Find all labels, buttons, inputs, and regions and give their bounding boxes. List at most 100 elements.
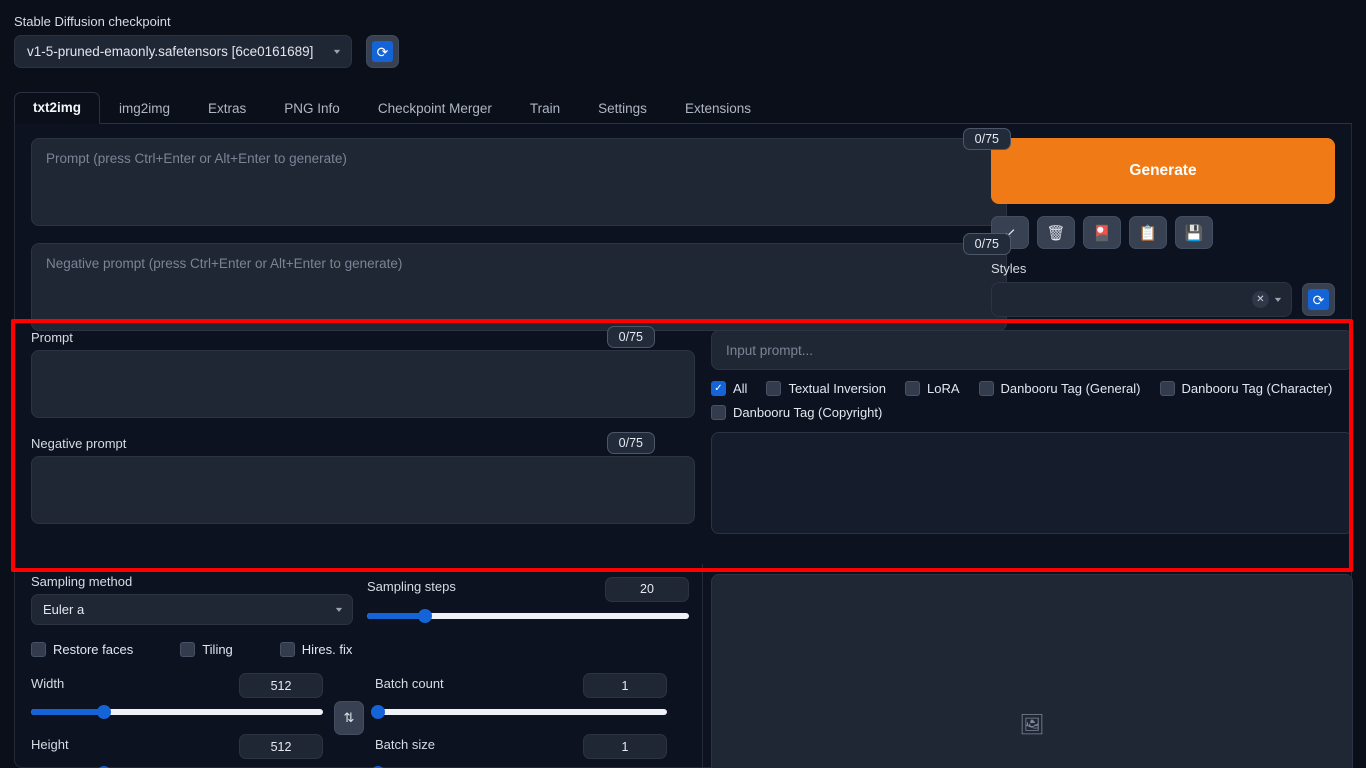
sampling-method-group: Sampling method Euler a ▾	[31, 574, 353, 625]
checkbox-danbooru-general[interactable]: ✓ Danbooru Tag (General)	[978, 381, 1141, 396]
refresh-icon: ⟳	[1308, 289, 1329, 310]
slider-track	[375, 709, 667, 715]
checkpoint-label: Stable Diffusion checkpoint	[14, 14, 171, 29]
tab-train[interactable]: Train	[511, 93, 579, 124]
checkbox-box[interactable]: ✓	[905, 381, 921, 396]
checkbox-box[interactable]: ✓	[279, 642, 295, 657]
width-value[interactable]: 512	[239, 673, 323, 698]
tab-extensions[interactable]: Extensions	[666, 93, 770, 124]
sampling-steps-value[interactable]: 20	[605, 576, 689, 602]
close-icon[interactable]: ✕	[1251, 291, 1269, 308]
checkbox-label: Textual Inversion	[788, 381, 887, 396]
checkbox-box[interactable]: ✓	[711, 405, 726, 420]
tag-filter-row-1: ✓ All ✓ Textual Inversion ✓ LoRA ✓ Danbo…	[711, 381, 1353, 396]
checkbox-textual-inversion[interactable]: ✓ Textual Inversion	[766, 381, 886, 396]
slider-thumb[interactable]	[370, 705, 385, 719]
tag-autocomplete-right: ✓ All ✓ Textual Inversion ✓ LoRA ✓ Danbo…	[711, 330, 1353, 534]
batch-group: Batch count 1 Batch size 1	[370, 673, 667, 768]
output-image-preview[interactable]: 🖼	[711, 574, 1353, 768]
checkbox-all[interactable]: ✓ All	[711, 381, 747, 396]
checkbox-box[interactable]: ✓	[766, 381, 782, 396]
styles-row: ✕ ▾ ⟳	[991, 282, 1335, 317]
width-slider[interactable]	[31, 705, 323, 719]
tab-png-info[interactable]: PNG Info	[265, 93, 359, 124]
ext-negative-prompt-label: Negative prompt	[31, 436, 127, 451]
checkbox-danbooru-character[interactable]: ✓ Danbooru Tag (Character)	[1159, 381, 1333, 396]
height-value[interactable]: 512	[239, 734, 323, 759]
height-label: Height	[31, 736, 69, 752]
generate-column: Generate ↙ 🗑 🎴 📋 💾 Styles ✕ ▾ ⟳	[991, 138, 1335, 317]
tab-txt2img[interactable]: txt2img	[14, 92, 101, 124]
clear-prompt-icon[interactable]: 🗑	[1037, 216, 1075, 249]
sampling-steps-slider[interactable]	[367, 608, 689, 623]
checkbox-restore-faces[interactable]: ✓ Restore faces	[31, 642, 133, 657]
checkpoint-select[interactable]: v1-5-pruned-emaonly.safetensors [6ce0161…	[14, 35, 352, 68]
batch-size-label: Batch size	[375, 736, 435, 752]
save-style-icon[interactable]: 💾	[1175, 216, 1213, 249]
checkbox-box[interactable]: ✓	[180, 642, 196, 657]
slider-thumb[interactable]	[417, 608, 432, 623]
slider-thumb[interactable]	[97, 705, 111, 719]
checkbox-lora[interactable]: ✓ LoRA	[905, 381, 960, 396]
checkbox-hires-fix[interactable]: ✓ Hires. fix	[279, 642, 353, 657]
prompt-token-counter: 0/75	[962, 128, 1011, 150]
checkbox-label: All	[733, 381, 748, 396]
checkbox-label: Tiling	[202, 642, 233, 657]
batch-count-slider[interactable]	[370, 705, 667, 719]
tag-search-input[interactable]	[711, 330, 1353, 370]
width-height-group: Width 512 Height 512	[31, 673, 323, 768]
batch-count-value[interactable]: 1	[583, 673, 667, 698]
tab-extras[interactable]: Extras	[189, 93, 265, 124]
checkbox-box[interactable]: ✓	[31, 642, 46, 657]
checkbox-box[interactable]: ✓	[711, 381, 726, 396]
main-prompt-area: 0/75 0/75	[31, 128, 1011, 336]
checkbox-tiling[interactable]: ✓ Tiling	[180, 642, 233, 657]
negative-prompt-token-counter: 0/75	[962, 233, 1011, 255]
checkbox-label: Restore faces	[53, 642, 134, 657]
chevron-down-icon: ▾	[333, 47, 341, 56]
tab-img2img[interactable]: img2img	[100, 93, 189, 124]
checkbox-box[interactable]: ✓	[978, 381, 994, 396]
refresh-styles-button[interactable]: ⟳	[1302, 283, 1335, 316]
swap-dimensions-wrap: ⇅	[323, 673, 375, 735]
swap-dimensions-button[interactable]: ⇅	[334, 701, 364, 735]
refresh-icon: ⟳	[372, 41, 393, 62]
paste-icon[interactable]: 📋	[1129, 216, 1167, 249]
styles-label: Styles	[991, 261, 1027, 276]
ext-prompt-token-counter: 0/75	[606, 326, 655, 348]
generate-button[interactable]: Generate	[991, 138, 1335, 204]
slider-fill	[31, 709, 104, 715]
tag-autocomplete-left: Prompt 0/75 Negative prompt 0/75	[31, 326, 695, 529]
refresh-checkpoint-button[interactable]: ⟳	[366, 35, 399, 68]
chevron-down-icon: ▾	[1274, 295, 1282, 304]
checkpoint-value: v1-5-pruned-emaonly.safetensors [6ce0161…	[27, 44, 314, 59]
checkbox-box[interactable]: ✓	[1159, 381, 1175, 396]
tab-settings[interactable]: Settings	[579, 93, 666, 124]
main-negative-prompt-input[interactable]	[31, 243, 1007, 331]
checkbox-label: Hires. fix	[301, 642, 353, 657]
checkbox-danbooru-copyright[interactable]: ✓ Danbooru Tag (Copyright)	[711, 405, 882, 420]
checkpoint-row: v1-5-pruned-emaonly.safetensors [6ce0161…	[14, 35, 399, 68]
prompt-tools: ↙ 🗑 🎴 📋 💾	[991, 216, 1335, 249]
ext-negative-prompt-input[interactable]	[31, 456, 695, 524]
sampling-method-label: Sampling method	[31, 574, 133, 589]
tag-results-box[interactable]	[711, 432, 1353, 534]
sampling-method-select[interactable]: Euler a ▾	[31, 594, 353, 625]
styles-select[interactable]: ✕ ▾	[991, 282, 1292, 317]
feature-toggles: ✓ Restore faces ✓ Tiling ✓ Hires. fix	[31, 642, 695, 657]
width-label: Width	[31, 675, 65, 691]
stable-diffusion-webui: Stable Diffusion checkpoint v1-5-pruned-…	[0, 0, 1366, 768]
main-prompt-input[interactable]	[31, 138, 1007, 226]
batch-size-value[interactable]: 1	[583, 734, 667, 759]
sampling-steps-group: Sampling steps 20	[367, 576, 689, 623]
ext-prompt-input[interactable]	[31, 350, 695, 418]
tab-checkpoint-merger[interactable]: Checkpoint Merger	[359, 93, 511, 124]
apply-style-icon[interactable]: 🎴	[1083, 216, 1121, 249]
sampling-steps-label: Sampling steps	[367, 579, 456, 594]
chevron-down-icon: ▾	[335, 605, 343, 614]
checkbox-label: Danbooru Tag (Character)	[1181, 381, 1333, 396]
image-placeholder-icon: 🖼	[1019, 713, 1045, 736]
tag-filter-checkboxes: ✓ All ✓ Textual Inversion ✓ LoRA ✓ Danbo…	[711, 381, 1353, 420]
sampling-row: Sampling method Euler a ▾ Sampling steps…	[31, 574, 695, 625]
txt2img-panel: 0/75 0/75 Generate ↙ 🗑 🎴 📋 💾 Styles ✕	[11, 124, 1353, 768]
